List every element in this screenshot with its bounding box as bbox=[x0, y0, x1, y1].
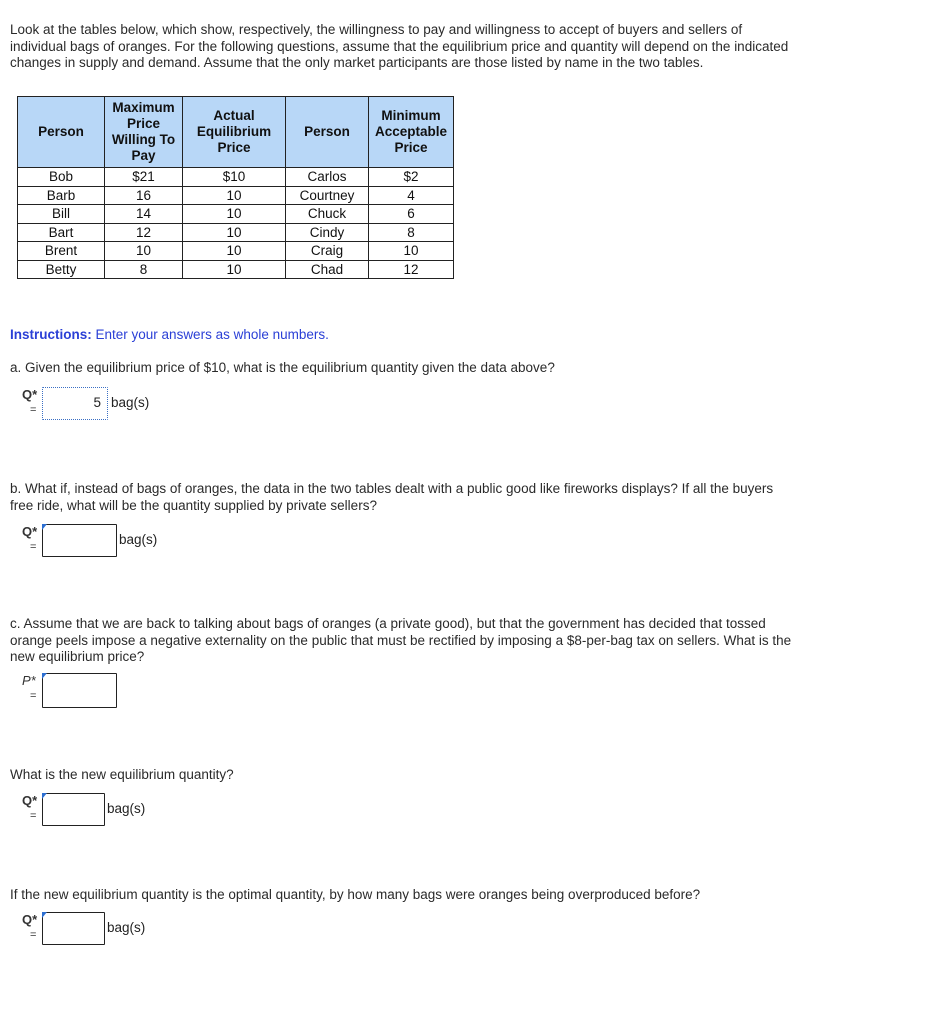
answer-d-equals: = bbox=[30, 810, 37, 822]
answer-c-input[interactable] bbox=[42, 673, 117, 708]
equilibrium-price: 10 bbox=[182, 185, 286, 205]
answer-b-unit: bag(s) bbox=[119, 532, 158, 547]
question-a-text: a. Given the equilibrium price of $10, w… bbox=[10, 360, 555, 375]
buyer-name: Bill bbox=[17, 204, 105, 224]
seller-name: Chuck bbox=[285, 204, 369, 224]
buyer-name: Barb bbox=[17, 185, 105, 205]
question-b-text: b. What if, instead of bags of oranges, … bbox=[10, 481, 774, 513]
answer-d: Q* = bag(s) bbox=[20, 793, 220, 833]
equilibrium-price: 10 bbox=[182, 241, 286, 261]
answer-c: P* = bbox=[20, 673, 220, 713]
answer-b: Q* = bag(s) bbox=[20, 524, 220, 564]
answer-a: Q* = 5 bag(s) bbox=[20, 387, 220, 427]
equilibrium-price: $10 bbox=[182, 167, 286, 187]
header-max-price: Maximum Price Willing To Pay bbox=[104, 96, 183, 168]
question-e-text: If the new equilibrium quantity is the o… bbox=[10, 887, 701, 902]
answer-e-equals: = bbox=[30, 929, 37, 941]
answer-b-equals: = bbox=[30, 541, 37, 553]
max-price: 14 bbox=[104, 204, 183, 224]
seller-name: Chad bbox=[285, 259, 369, 279]
answer-a-unit: bag(s) bbox=[111, 395, 150, 410]
answer-e: Q* = bag(s) bbox=[20, 912, 220, 952]
table-row: Bill 14 10 Chuck 6 bbox=[17, 204, 454, 224]
table-header-row: Person Maximum Price Willing To Pay Actu… bbox=[17, 96, 454, 168]
answer-flag-icon bbox=[42, 524, 47, 530]
min-price: 4 bbox=[368, 185, 454, 205]
seller-name: Courtney bbox=[285, 185, 369, 205]
answer-a-equals: = bbox=[30, 404, 37, 416]
question-d-text: What is the new equilibrium quantity? bbox=[10, 767, 234, 782]
answer-d-input[interactable] bbox=[42, 793, 105, 826]
equilibrium-price: 10 bbox=[182, 222, 286, 242]
answer-e-variable: Q* bbox=[22, 912, 38, 927]
answer-flag-icon bbox=[42, 912, 47, 918]
answer-b-variable: Q* bbox=[22, 524, 38, 539]
equilibrium-price: 10 bbox=[182, 204, 286, 224]
answer-d-variable: Q* bbox=[22, 793, 38, 808]
answer-e-input[interactable] bbox=[42, 912, 105, 945]
buyer-name: Bart bbox=[17, 222, 105, 242]
answer-e-unit: bag(s) bbox=[107, 920, 146, 935]
max-price: 8 bbox=[104, 259, 183, 279]
intro-text: Look at the tables below, which show, re… bbox=[10, 22, 789, 70]
header-person-seller: Person bbox=[285, 96, 369, 168]
answer-flag-icon bbox=[42, 673, 47, 679]
header-person-buyer: Person bbox=[17, 96, 105, 168]
min-price: $2 bbox=[368, 167, 454, 187]
wtp-wta-table: Person Maximum Price Willing To Pay Actu… bbox=[17, 96, 454, 279]
seller-name: Craig bbox=[285, 241, 369, 261]
question-c-text: c. Assume that we are back to talking ab… bbox=[10, 616, 792, 664]
min-price: 10 bbox=[368, 241, 454, 261]
answer-c-variable: P* bbox=[22, 673, 36, 688]
table-row: Bob $21 $10 Carlos $2 bbox=[17, 167, 454, 187]
min-price: 12 bbox=[368, 259, 454, 279]
answer-a-variable: Q* bbox=[22, 387, 38, 402]
instructions-text: Enter your answers as whole numbers. bbox=[91, 327, 329, 342]
seller-name: Carlos bbox=[285, 167, 369, 187]
answer-c-equals: = bbox=[30, 690, 37, 702]
table-row: Bart 12 10 Cindy 8 bbox=[17, 222, 454, 242]
header-equilibrium-price: Actual Equilibrium Price bbox=[182, 96, 286, 168]
max-price: 12 bbox=[104, 222, 183, 242]
answer-flag-icon bbox=[42, 793, 47, 799]
max-price: 10 bbox=[104, 241, 183, 261]
instructions-label: Instructions: bbox=[10, 327, 92, 342]
table-row: Betty 8 10 Chad 12 bbox=[17, 259, 454, 279]
min-price: 6 bbox=[368, 204, 454, 224]
equilibrium-price: 10 bbox=[182, 259, 286, 279]
header-min-price: Minimum Acceptable Price bbox=[368, 96, 454, 168]
answer-b-input[interactable] bbox=[42, 524, 117, 557]
buyer-name: Betty bbox=[17, 259, 105, 279]
min-price: 8 bbox=[368, 222, 454, 242]
instructions: Instructions: Enter your answers as whol… bbox=[10, 327, 329, 342]
max-price: $21 bbox=[104, 167, 183, 187]
seller-name: Cindy bbox=[285, 222, 369, 242]
answer-a-input[interactable]: 5 bbox=[42, 387, 108, 420]
max-price: 16 bbox=[104, 185, 183, 205]
table-row: Brent 10 10 Craig 10 bbox=[17, 241, 454, 261]
answer-d-unit: bag(s) bbox=[107, 801, 146, 816]
table-row: Barb 16 10 Courtney 4 bbox=[17, 185, 454, 205]
buyer-name: Bob bbox=[17, 167, 105, 187]
buyer-name: Brent bbox=[17, 241, 105, 261]
